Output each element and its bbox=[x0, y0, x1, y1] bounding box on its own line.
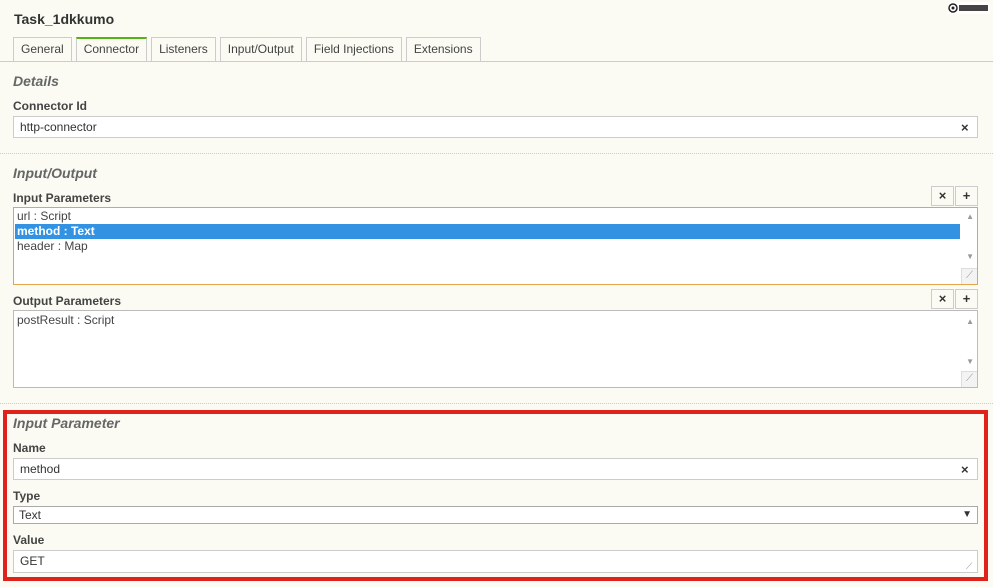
panel-title: Task_1dkkumo bbox=[14, 11, 115, 27]
value-input[interactable]: GET bbox=[13, 550, 978, 573]
output-parameters-label: Output Parameters bbox=[13, 294, 122, 308]
list-item-method[interactable]: method : Text bbox=[15, 224, 960, 239]
clear-name-icon[interactable]: × bbox=[961, 462, 969, 477]
resize-grip-icon[interactable]: ⟋ bbox=[961, 268, 977, 284]
tab-connector[interactable]: Connector bbox=[75, 37, 148, 62]
tab-divider bbox=[0, 61, 993, 62]
connector-id-input[interactable]: http-connector bbox=[13, 116, 978, 138]
camunda-logo-icon bbox=[948, 2, 990, 14]
scroll-down-icon[interactable]: ▼ bbox=[966, 357, 974, 366]
scroll-up-icon[interactable]: ▲ bbox=[966, 212, 974, 221]
connector-id-label: Connector Id bbox=[13, 99, 87, 113]
tab-bar: General Connector Listeners Input/Output… bbox=[13, 37, 485, 62]
name-label: Name bbox=[13, 441, 46, 455]
scroll-down-icon[interactable]: ▼ bbox=[966, 252, 974, 261]
tab-extensions[interactable]: Extensions bbox=[405, 37, 481, 61]
tab-listeners[interactable]: Listeners bbox=[151, 37, 216, 61]
tab-general[interactable]: General bbox=[13, 37, 72, 61]
type-label: Type bbox=[13, 489, 41, 503]
output-parameters-list[interactable]: postResult : Script ▲ ▼ ⟋ bbox=[13, 310, 978, 388]
input-parameters-list[interactable]: url : Script method : Text header : Map … bbox=[13, 207, 978, 285]
tab-input-output[interactable]: Input/Output bbox=[219, 37, 302, 61]
section-divider bbox=[0, 403, 993, 404]
add-output-parameter-button[interactable]: + bbox=[955, 289, 978, 309]
type-select[interactable]: Text ▼ bbox=[13, 506, 978, 524]
section-divider bbox=[0, 153, 993, 154]
type-selected-value: Text bbox=[19, 508, 42, 522]
chevron-down-icon[interactable]: ▼ bbox=[962, 507, 972, 523]
remove-output-parameter-button[interactable]: × bbox=[931, 289, 954, 309]
input-parameter-heading: Input Parameter bbox=[13, 415, 120, 431]
name-input[interactable]: method bbox=[13, 458, 978, 480]
value-label: Value bbox=[13, 533, 45, 547]
clear-connector-id-icon[interactable]: × bbox=[961, 120, 969, 135]
list-item-header[interactable]: header : Map bbox=[15, 239, 960, 254]
input-parameters-label: Input Parameters bbox=[13, 191, 112, 205]
remove-input-parameter-button[interactable]: × bbox=[931, 186, 954, 206]
input-output-heading: Input/Output bbox=[13, 165, 97, 181]
add-input-parameter-button[interactable]: + bbox=[955, 186, 978, 206]
list-item-url[interactable]: url : Script bbox=[15, 209, 960, 224]
details-heading: Details bbox=[13, 73, 59, 89]
tab-field-injections[interactable]: Field Injections bbox=[305, 37, 402, 61]
value-text: GET bbox=[20, 554, 45, 568]
list-item-postresult[interactable]: postResult : Script bbox=[15, 313, 960, 328]
resize-grip-icon[interactable]: ⟋ bbox=[966, 561, 972, 572]
scroll-up-icon[interactable]: ▲ bbox=[966, 317, 974, 326]
resize-grip-icon[interactable]: ⟋ bbox=[961, 371, 977, 387]
